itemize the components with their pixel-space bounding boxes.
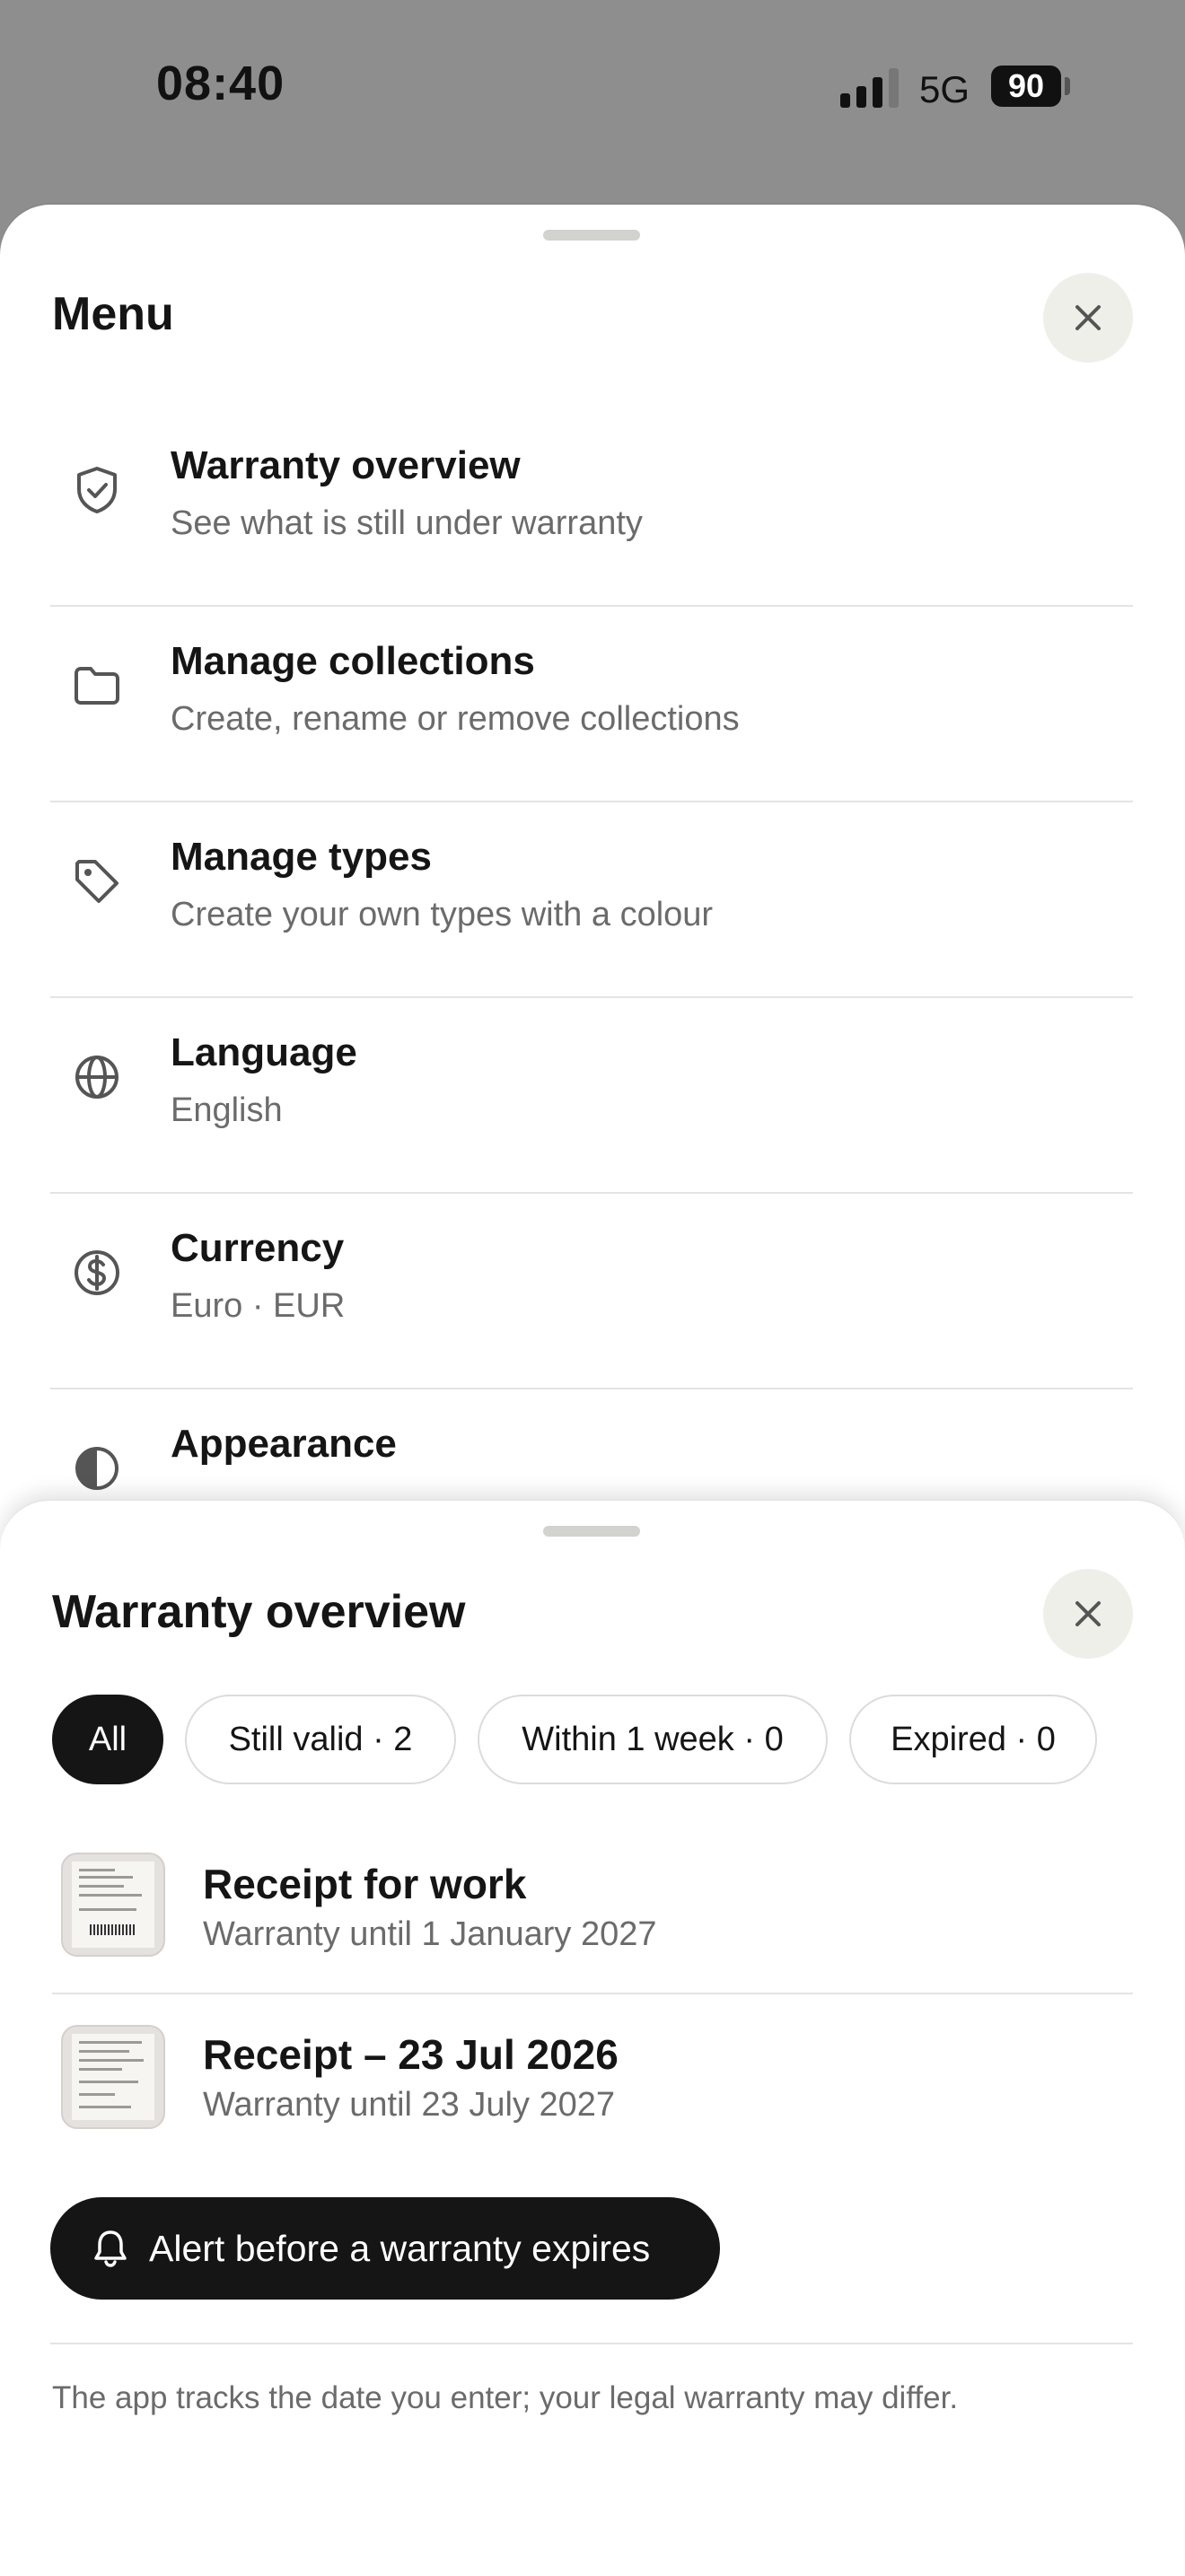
bell-icon [94,2230,127,2267]
filter-chip-still-valid[interactable]: Still valid · 2 [185,1695,456,1784]
signal-icon [840,66,900,108]
alert-button-label: Alert before a warranty expires [149,2228,651,2269]
receipt-row[interactable]: Receipt for work Warranty until 1 Januar… [52,1822,1133,1994]
menu-close-button[interactable] [1043,273,1133,363]
menu-item-title: Language [171,1030,357,1074]
close-icon [1075,1601,1101,1626]
receipt-row[interactable]: Receipt – 23 Jul 2026 Warranty until 23 … [52,1993,1133,2163]
menu-sheet-grabber[interactable] [543,230,640,241]
menu-item-title: Currency [171,1226,345,1270]
menu-item-subtitle: Euro · EUR [171,1287,346,1325]
receipt-title: Receipt – 23 Jul 2026 [203,2031,619,2078]
receipt-warranty-date: Warranty until 23 July 2027 [203,2086,616,2124]
receipt-warranty-date: Warranty until 1 January 2027 [203,1915,657,1953]
menu-title: Menu [52,288,174,340]
receipt-thumbnail [61,1853,165,1957]
menu-item-subtitle: English [171,1091,283,1129]
menu-item-language[interactable]: Language English [50,996,1133,1194]
receipt-title: Receipt for work [203,1861,527,1907]
warranty-disclaimer: The app tracks the date you enter; your … [52,2380,959,2415]
menu-item-title: Warranty overview [171,443,521,487]
battery-tip [1065,77,1070,95]
receipt-thumbnail [61,2025,165,2129]
filter-chip-all[interactable]: All [52,1695,163,1784]
network-type: 5G [919,68,970,110]
battery-icon: 90 [991,66,1061,107]
filter-chip-expired[interactable]: Expired · 0 [849,1695,1097,1784]
warranty-close-button[interactable] [1043,1569,1133,1659]
status-time: 08:40 [156,57,285,110]
close-icon [1075,305,1101,330]
menu-item-subtitle: Create, rename or remove collections [171,700,740,738]
warranty-sheet-grabber[interactable] [543,1526,640,1537]
globe-icon [75,1056,118,1099]
alert-before-expiry-button[interactable]: Alert before a warranty expires [50,2197,720,2300]
menu-item-title: Manage types [171,835,432,879]
menu-item-title: Manage collections [171,639,535,683]
status-bar: 08:40 5G 90 [0,0,1185,180]
menu-item-subtitle: Create your own types with a colour [171,896,714,933]
filter-chip-within-week[interactable]: Within 1 week · 0 [478,1695,828,1784]
half-circle-icon [75,1447,118,1490]
menu-item-subtitle: See what is still under warranty [171,504,643,542]
dollar-circle-icon [75,1250,119,1295]
folder-icon [75,667,119,705]
menu-item-currency[interactable]: Currency Euro · EUR [50,1192,1133,1389]
menu-item-title: Appearance [171,1422,397,1466]
shield-check-icon [77,467,117,513]
menu-item-warranty-overview[interactable]: Warranty overview See what is still unde… [50,409,1133,607]
footer-divider [50,2343,1133,2344]
tag-icon [75,860,118,903]
warranty-title: Warranty overview [52,1586,466,1638]
menu-item-manage-collections[interactable]: Manage collections Create, rename or rem… [50,605,1133,802]
menu-item-manage-types[interactable]: Manage types Create your own types with … [50,801,1133,998]
